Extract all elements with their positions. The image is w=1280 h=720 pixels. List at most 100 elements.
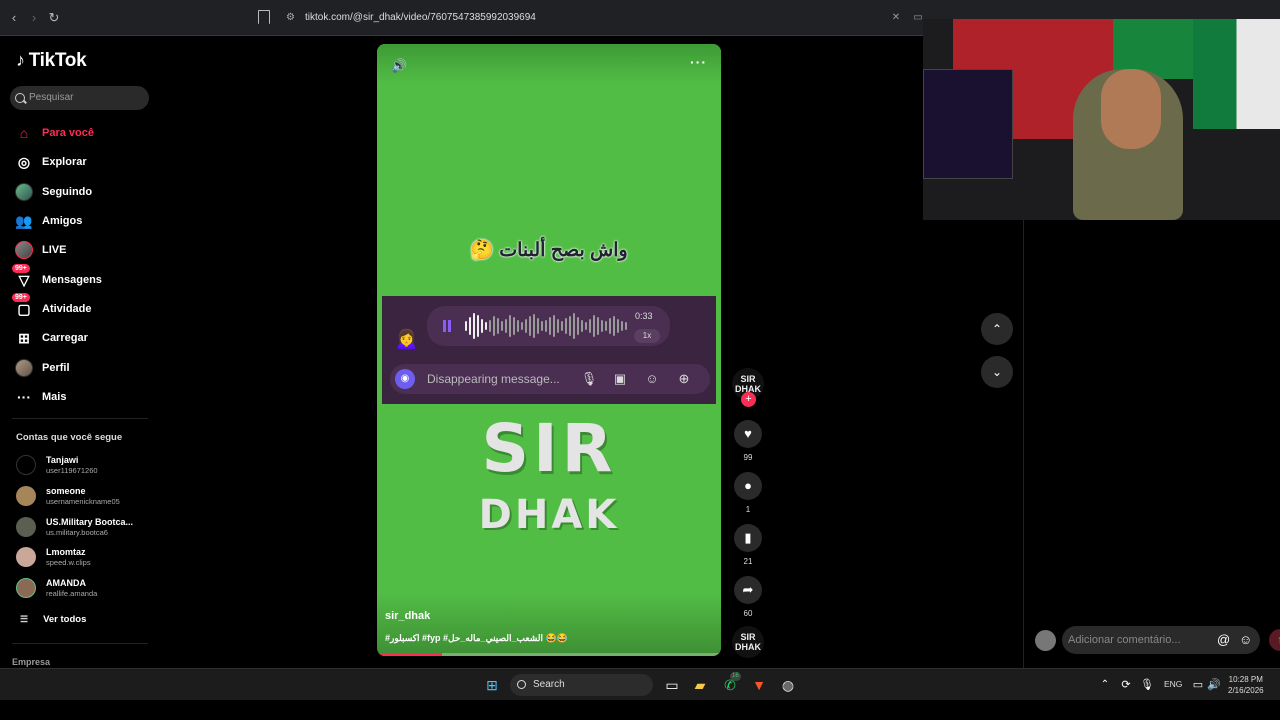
sidebar-item-live[interactable]: LIVE — [14, 239, 66, 261]
comment-icon: ● — [734, 472, 762, 500]
sidebar-item-mais[interactable]: ··· Mais — [14, 386, 66, 408]
video-player[interactable]: 🔊 ··· واش بصح ألبنات 🤔 🙍‍♀️ 0:33 1x ◉ Di… — [377, 44, 721, 656]
following-account[interactable]: someone usernamenickname05 — [16, 483, 120, 509]
extension-icon[interactable]: ✕ — [890, 12, 902, 24]
save-count: 21 — [743, 557, 753, 566]
activity-icon: ▢ 99+ — [12, 293, 34, 319]
follow-plus-icon[interactable]: + — [741, 392, 756, 407]
account-username: us.military.bootca6 — [46, 528, 108, 537]
sidebar-item-label: Carregar — [42, 332, 88, 344]
volume-icon[interactable]: 🔊 — [1204, 675, 1224, 695]
chevron-up-icon[interactable]: ⌃ — [1095, 675, 1115, 695]
share-count: 60 — [743, 609, 753, 618]
tiktok-logo[interactable]: ♪ TikTok — [16, 50, 87, 72]
language-indicator[interactable]: ENG — [1164, 679, 1182, 689]
brand-text-line2: DHAK — [478, 492, 620, 538]
next-video-button[interactable]: ⌄ — [981, 356, 1013, 388]
sound-avatar-button[interactable]: SIR DHAK — [732, 626, 764, 658]
site-info-icon[interactable]: ⚙ — [286, 7, 295, 29]
more-options-icon[interactable]: ··· — [690, 54, 707, 70]
clock-time: 10:28 PM — [1228, 675, 1263, 684]
reload-icon[interactable]: ↻ — [46, 10, 62, 26]
sidebar-item-atividade[interactable]: ▢ 99+ Atividade — [12, 293, 92, 320]
comment-button[interactable]: ● 1 — [732, 472, 764, 514]
previous-video-button[interactable]: ⌃ — [981, 313, 1013, 345]
avatar — [16, 455, 36, 475]
send-icon[interactable]: ↑ — [1269, 629, 1280, 651]
system-clock[interactable]: 10:28 PM 2/16/2026 — [1228, 674, 1264, 696]
algeria-flag-image — [1193, 19, 1280, 129]
sidebar: ♪ TikTok Pesquisar ⌂ Para você ◎ Explorar… — [0, 36, 160, 668]
following-account[interactable]: Lmomtaz speed.w.clips — [16, 544, 91, 570]
plus-circle-icon: ⊕ — [678, 371, 690, 386]
upload-icon: ⊞ — [18, 329, 30, 346]
sidebar-item-mensagens[interactable]: ▽ 99+ Mensagens — [12, 264, 102, 291]
following-account[interactable]: Tanjawi user119671260 — [16, 452, 98, 478]
sidebar-item-para-voce[interactable]: ⌂ Para você — [14, 122, 94, 144]
notification-badge: 99+ — [12, 293, 30, 302]
sidebar-item-label: Atividade — [42, 303, 92, 315]
sidebar-item-label: Seguindo — [42, 186, 93, 198]
home-icon: ⌂ — [19, 125, 29, 141]
divider — [12, 418, 148, 419]
see-all-button[interactable]: ☰ Ver todos — [20, 614, 86, 625]
following-account[interactable]: AMANDA reallife.amanda — [16, 575, 97, 601]
mention-icon[interactable]: @ — [1217, 626, 1230, 654]
video-author[interactable]: sir_dhak — [385, 610, 430, 622]
volume-icon[interactable]: 🔊 — [391, 58, 407, 74]
voice-message-panel: 🙍‍♀️ 0:33 1x ◉ Disappearing message... 🎙… — [382, 296, 716, 404]
emoji-icon[interactable]: ☺ — [1239, 626, 1252, 654]
following-account[interactable]: US.Military Bootca... us.military.bootca6 — [16, 514, 133, 540]
share-button[interactable]: ➦ 60 — [732, 576, 764, 618]
video-overlay-text: واش بصح ألبنات 🤔 — [470, 240, 628, 261]
video-progress-bar[interactable] — [377, 653, 721, 656]
sticker-icon: ☺ — [645, 371, 659, 386]
sidebar-item-seguindo[interactable]: Seguindo — [14, 181, 92, 203]
windows-taskbar: ⊞ Search ▭ ▰ ✆ 16 ▼ ◍ ⌃ ⟳ 🎙 ENG ▭ 🔊 10:28… — [0, 668, 1280, 700]
author-avatar-button[interactable]: SIR DHAK + — [732, 368, 764, 407]
footer-company-link[interactable]: Empresa — [12, 657, 50, 667]
webcam-overlay — [923, 19, 1280, 220]
search-icon — [15, 93, 25, 103]
file-explorer-icon[interactable]: ▰ — [690, 675, 710, 695]
whatsapp-icon[interactable]: ✆ 16 — [720, 672, 741, 695]
sidebar-item-explorar[interactable]: ◎ Explorar — [14, 151, 87, 173]
avatar — [16, 578, 36, 598]
voice-speed: 1x — [634, 329, 660, 343]
monitor-image — [923, 69, 1013, 179]
app-icon[interactable]: ◍ — [778, 675, 798, 695]
sidebar-item-label: Para você — [42, 127, 94, 139]
following-section-title: Contas que você segue — [16, 432, 123, 443]
brand-text-line1: SIR — [481, 410, 617, 487]
microphone-icon[interactable]: 🎙 — [1137, 675, 1157, 695]
search-input[interactable]: Pesquisar — [10, 86, 149, 110]
task-view-icon[interactable]: ▭ — [662, 675, 682, 695]
video-progress-fill — [377, 653, 443, 656]
sound-avatar: SIR DHAK — [732, 626, 764, 658]
back-icon[interactable]: ‹ — [6, 10, 22, 26]
sidebar-item-label: Mais — [42, 391, 67, 403]
address-bar[interactable]: ⚙ tiktok.com/@sir_dhak/video/76075473859… — [278, 7, 918, 29]
notification-badge: 99+ — [12, 264, 30, 273]
forward-icon[interactable]: › — [26, 10, 42, 26]
sidebar-item-label: Explorar — [42, 156, 87, 168]
taskbar-search[interactable]: Search — [510, 674, 653, 696]
voice-note — [427, 306, 670, 346]
comment-input[interactable]: Adicionar comentário... @ ☺ ↑ — [1062, 626, 1280, 654]
save-button[interactable]: ▮ 21 — [732, 524, 764, 566]
tiktok-logo-icon: ♪ — [16, 50, 25, 70]
sidebar-item-perfil[interactable]: Perfil — [14, 357, 70, 379]
list-icon: ☰ — [20, 614, 29, 624]
sync-icon[interactable]: ⟳ — [1116, 675, 1136, 695]
compass-icon: ◎ — [17, 153, 31, 170]
bookmark-icon[interactable] — [258, 10, 270, 24]
search-placeholder: Pesquisar — [29, 92, 74, 103]
sidebar-item-label: LIVE — [42, 244, 67, 256]
brave-browser-icon[interactable]: ▼ — [749, 675, 769, 695]
avatar — [16, 517, 36, 537]
like-button[interactable]: ♥ 99 — [732, 420, 764, 462]
sidebar-item-carregar[interactable]: ⊞ Carregar — [14, 327, 88, 349]
windows-start-icon[interactable]: ⊞ — [482, 675, 502, 695]
more-icon: ··· — [17, 389, 31, 405]
sidebar-item-amigos[interactable]: 👥 Amigos — [14, 210, 82, 232]
